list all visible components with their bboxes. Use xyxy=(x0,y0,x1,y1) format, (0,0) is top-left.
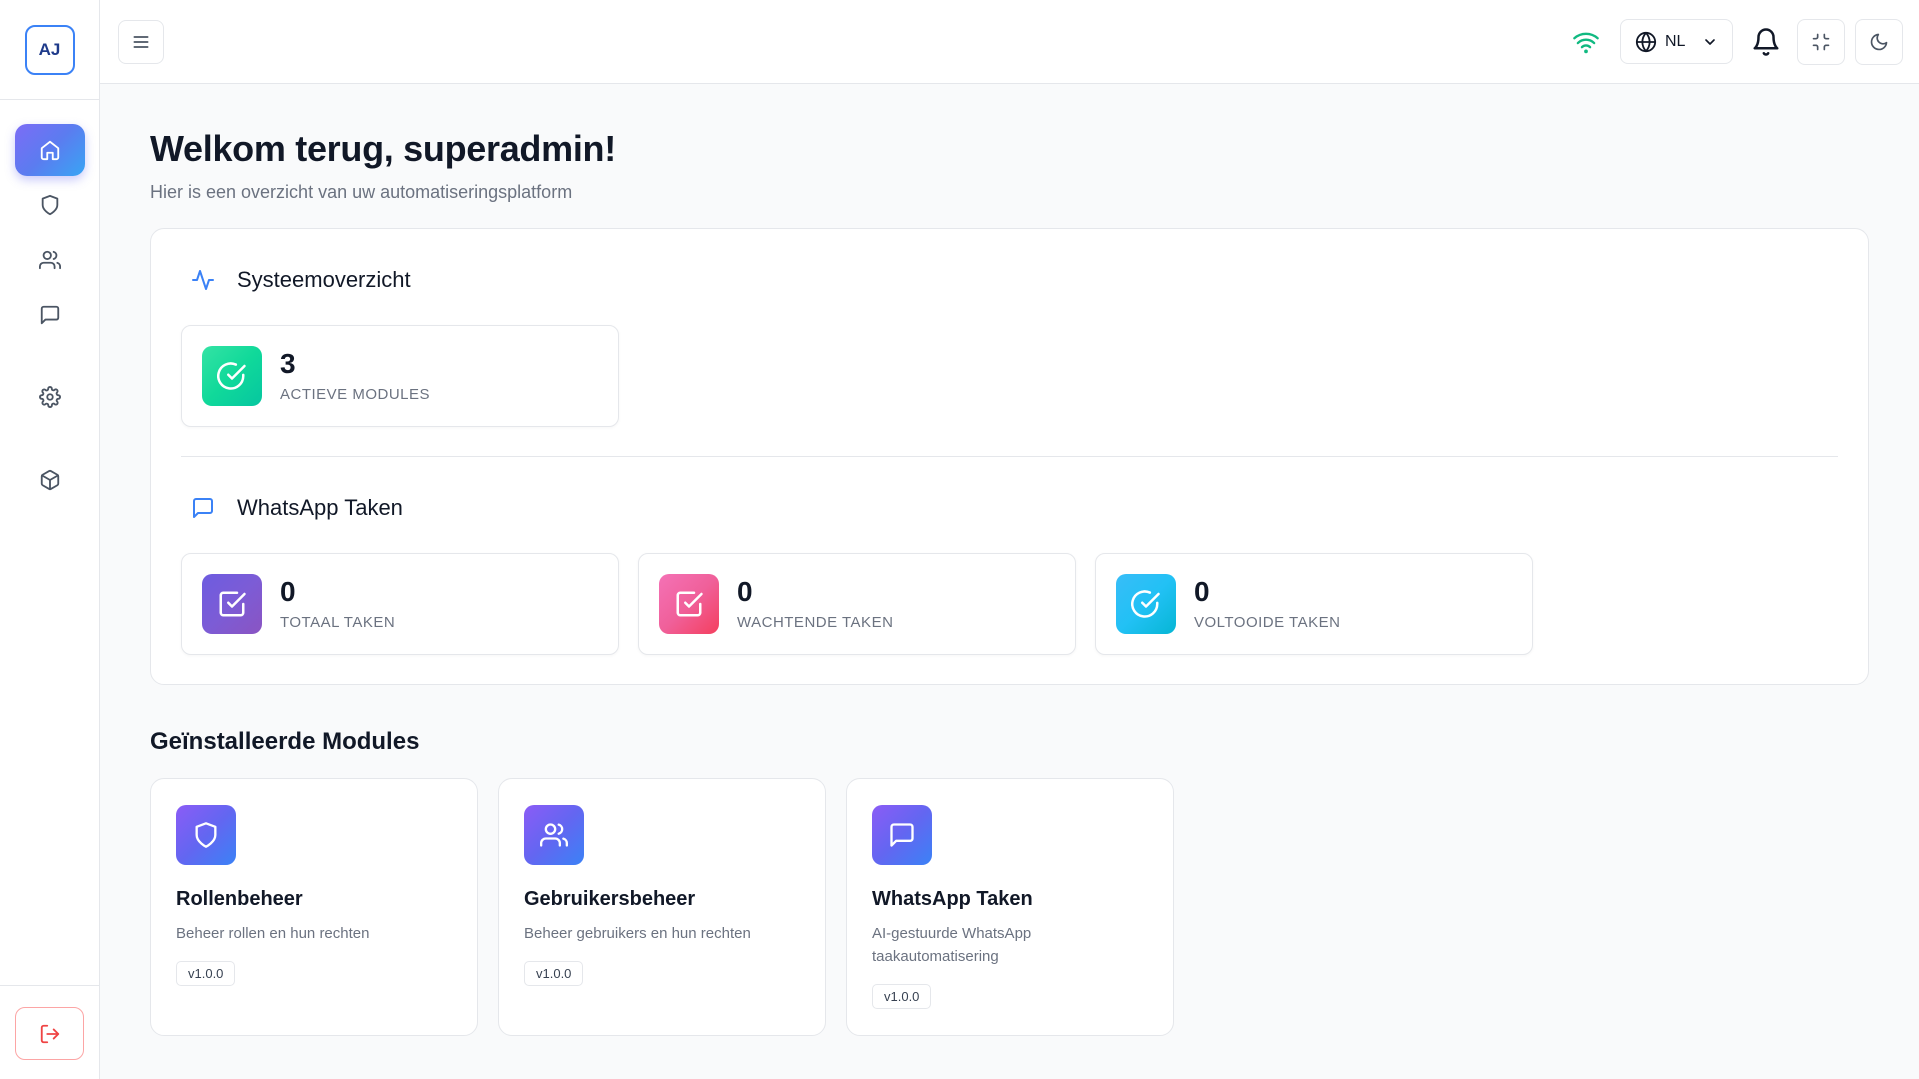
module-version-badge: v1.0.0 xyxy=(872,984,932,1009)
sidebar: AJ xyxy=(0,0,100,1079)
package-icon xyxy=(40,469,60,491)
system-overview-title: Systeemoverzicht xyxy=(237,267,411,292)
users-icon xyxy=(39,250,61,270)
stat-icon-box xyxy=(202,346,262,406)
stat-label: Actieve modules xyxy=(280,386,431,403)
system-overview-heading: Systeemoverzicht xyxy=(191,267,411,293)
globe-icon xyxy=(1635,31,1657,52)
language-selector[interactable]: NL xyxy=(1620,19,1733,64)
language-label: NL xyxy=(1665,32,1686,50)
stat-value: 0 xyxy=(737,576,753,607)
sidebar-item-settings[interactable] xyxy=(15,371,85,423)
sidebar-footer xyxy=(0,985,99,1079)
sidebar-item-modules[interactable] xyxy=(15,454,85,506)
home-icon xyxy=(40,140,60,161)
section-divider xyxy=(181,456,1838,457)
module-name: Rollenbeheer xyxy=(176,888,303,910)
logout-button[interactable] xyxy=(15,1007,84,1060)
page-title: Welkom terug, superadmin! xyxy=(150,128,616,169)
hamburger-icon xyxy=(133,36,149,48)
module-card-roles[interactable]: Rollenbeheer Beheer rollen en hun rechte… xyxy=(150,778,478,1036)
module-version-badge: v1.0.0 xyxy=(176,961,236,986)
fullscreen-toggle-button[interactable] xyxy=(1797,19,1845,65)
stat-label: Wachtende taken xyxy=(737,614,894,631)
module-version-badge: v1.0.0 xyxy=(524,961,584,986)
stat-value: 3 xyxy=(280,348,296,379)
stat-card-total-tasks: 0 Totaal taken xyxy=(181,553,619,655)
message-square-icon xyxy=(890,823,914,847)
installed-modules-title: Geïnstalleerde Modules xyxy=(150,728,420,755)
gear-icon xyxy=(39,386,61,408)
minimize-icon xyxy=(1812,33,1830,51)
whatsapp-tasks-heading: WhatsApp Taken xyxy=(191,495,403,521)
stat-value: 0 xyxy=(280,576,296,607)
module-name: WhatsApp Taken xyxy=(872,888,1033,910)
sidebar-item-messages[interactable] xyxy=(15,289,85,341)
stat-card-active-modules: 3 Actieve modules xyxy=(181,325,619,427)
module-description: Beheer rollen en hun rechten xyxy=(176,925,370,942)
module-icon-box xyxy=(524,805,584,865)
stat-icon-box xyxy=(1116,574,1176,634)
module-icon-box xyxy=(176,805,236,865)
theme-toggle-button[interactable] xyxy=(1855,19,1903,65)
module-icon-box xyxy=(872,805,932,865)
check-square-icon xyxy=(219,591,246,617)
stat-value: 0 xyxy=(1194,576,1210,607)
stat-card-pending-tasks: 0 Wachtende taken xyxy=(638,553,1076,655)
whatsapp-tasks-title: WhatsApp Taken xyxy=(237,495,403,520)
chevron-down-icon xyxy=(1705,38,1715,45)
moon-icon xyxy=(1870,33,1888,51)
module-name: Gebruikersbeheer xyxy=(524,888,696,910)
message-square-icon xyxy=(40,305,60,325)
shield-icon xyxy=(195,822,217,848)
menu-toggle-button[interactable] xyxy=(118,20,164,64)
sidebar-item-roles[interactable] xyxy=(15,179,85,231)
system-overview-card: Systeemoverzicht 3 Actieve modules Whats… xyxy=(150,228,1869,685)
top-header: NL xyxy=(100,0,1919,84)
wifi-icon xyxy=(1573,32,1599,54)
shield-icon xyxy=(41,194,59,216)
module-card-users[interactable]: Gebruikersbeheer Beheer gebruikers en hu… xyxy=(498,778,826,1036)
message-square-icon xyxy=(193,498,213,518)
module-description: Beheer gebruikers en hun rechten xyxy=(524,925,751,942)
stat-icon-box xyxy=(202,574,262,634)
check-circle-icon xyxy=(1131,590,1160,618)
stat-label: Voltooide taken xyxy=(1194,614,1341,631)
activity-icon xyxy=(192,270,214,290)
logout-icon xyxy=(40,1024,59,1043)
sidebar-item-users[interactable] xyxy=(15,234,85,286)
page-subtitle: Hier is een overzicht van uw automatiser… xyxy=(150,182,573,202)
check-square-icon xyxy=(676,591,703,617)
module-description: AI-gestuurde WhatsApp taakautomatisering xyxy=(872,925,1032,965)
sidebar-item-home[interactable] xyxy=(15,124,85,176)
stat-icon-box xyxy=(659,574,719,634)
module-card-whatsapp[interactable]: WhatsApp Taken AI-gestuurde WhatsApp taa… xyxy=(846,778,1174,1036)
check-circle-icon xyxy=(217,362,246,390)
stat-card-completed-tasks: 0 Voltooide taken xyxy=(1095,553,1533,655)
users-icon xyxy=(540,823,568,847)
bell-icon[interactable] xyxy=(1751,27,1781,57)
app-logo[interactable]: AJ xyxy=(24,24,75,75)
stat-label: Totaal taken xyxy=(280,614,396,631)
logo-area: AJ xyxy=(0,0,99,100)
